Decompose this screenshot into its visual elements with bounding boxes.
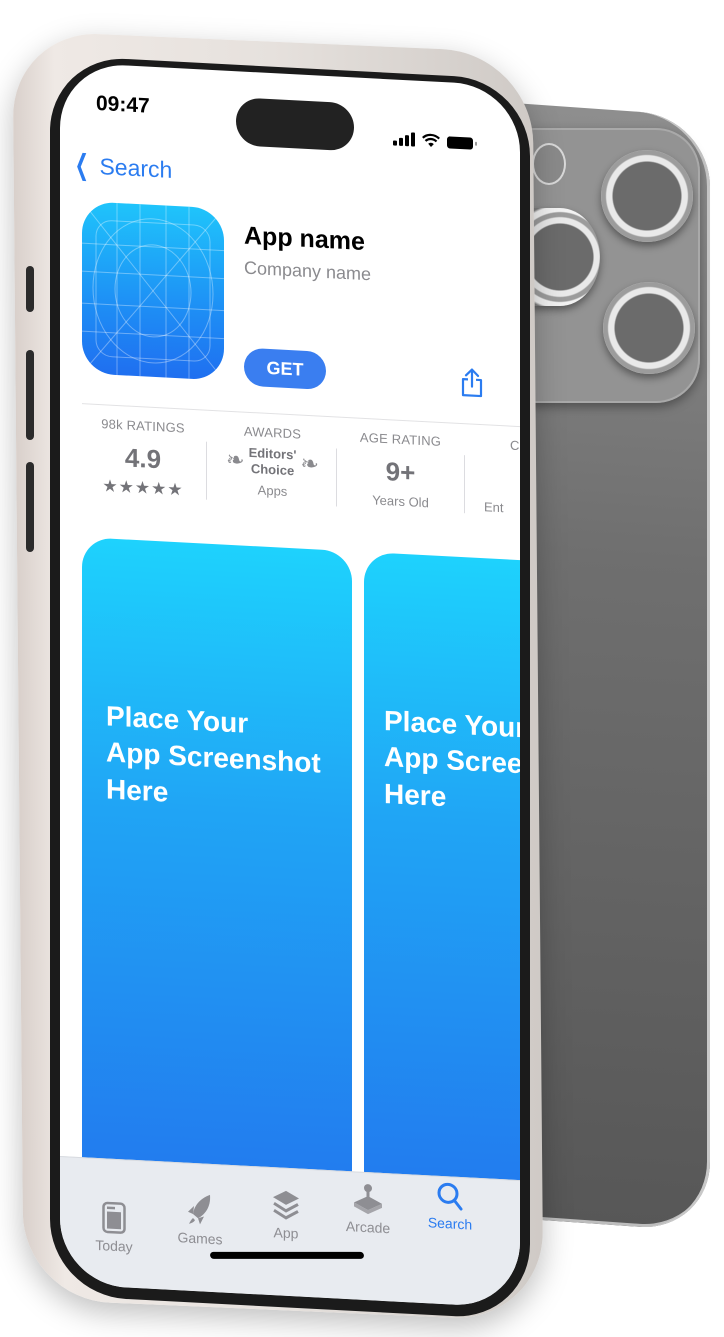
cellular-signal-icon — [393, 131, 415, 147]
tab-bar: Today Games App Arcade Search — [60, 1156, 520, 1309]
category-sub: Ent — [484, 499, 504, 516]
phone-screen: 09:47 ❮ Search App name Company name GET… — [60, 62, 520, 1309]
tab-search[interactable]: Search — [410, 1175, 490, 1233]
divider — [336, 448, 337, 507]
battery-icon — [447, 136, 473, 150]
ratings-label: 98k RATINGS — [101, 416, 185, 436]
tab-label: Search — [427, 1214, 473, 1233]
volume-down-button — [26, 462, 34, 552]
share-icon[interactable] — [460, 367, 484, 398]
camera-flash — [532, 143, 566, 185]
rocket-icon — [188, 1194, 211, 1225]
status-time: 09:47 — [96, 91, 150, 118]
dynamic-island — [236, 97, 354, 152]
award-category: Apps — [257, 482, 288, 500]
action-button — [26, 266, 34, 312]
awards-info[interactable]: AWARDS ❧ Editors' Choice ❧ Apps — [210, 422, 335, 502]
camera-lens — [603, 282, 695, 374]
tab-label: Arcade — [345, 1217, 391, 1237]
tab-label: Games — [177, 1229, 223, 1248]
age-rating-value: 9+ — [385, 456, 416, 488]
app-icon — [82, 201, 224, 381]
category-info[interactable]: C Ent — [470, 435, 520, 517]
screenshot-card[interactable]: Place Your App Screenshot Here — [364, 551, 520, 1223]
award-line-1: Editors' — [248, 444, 297, 463]
home-indicator[interactable] — [209, 1251, 365, 1259]
joystick-icon — [354, 1184, 382, 1215]
editors-choice-badge: ❧ Editors' Choice ❧ — [210, 443, 335, 481]
rating-value: 4.9 — [124, 442, 162, 475]
get-button[interactable]: GET — [244, 347, 326, 390]
awards-label: AWARDS — [243, 423, 302, 442]
award-line-2: Choice — [250, 460, 295, 478]
divider — [206, 441, 207, 500]
tab-label: Today — [95, 1236, 133, 1255]
tab-today[interactable]: Today — [74, 1198, 154, 1256]
tab-app[interactable]: App — [246, 1185, 326, 1243]
tab-games[interactable]: Games — [160, 1190, 240, 1248]
screenshot-card[interactable]: Place Your App Screenshot Here — [82, 537, 352, 1212]
app-name: App name — [244, 221, 365, 256]
laurel-right-icon: ❧ — [300, 450, 319, 477]
star-rating-icon: ★★★★★ — [102, 476, 184, 500]
screenshot-caption: Place Your App Screenshot Here — [106, 700, 321, 808]
layers-icon — [273, 1190, 299, 1220]
divider — [464, 455, 465, 514]
status-icons — [393, 131, 473, 150]
category-label: C — [510, 437, 520, 454]
tab-label: App — [273, 1224, 299, 1242]
company-name[interactable]: Company name — [244, 258, 371, 286]
app-icon-grid — [82, 201, 224, 381]
age-rating-sub: Years Old — [372, 492, 429, 511]
back-button[interactable]: ❮ Search — [70, 148, 173, 184]
chevron-left-icon: ❮ — [74, 148, 89, 181]
volume-up-button — [26, 350, 34, 440]
camera-lens — [601, 150, 693, 242]
age-rating-info[interactable]: AGE RATING 9+ Years Old — [338, 429, 463, 513]
back-label: Search — [99, 152, 173, 183]
screenshot-caption: Place Your App Screenshot Here — [384, 704, 520, 813]
laurel-left-icon: ❧ — [226, 446, 245, 473]
age-rating-label: AGE RATING — [359, 429, 442, 449]
tab-arcade[interactable]: Arcade — [328, 1179, 408, 1237]
today-icon — [102, 1201, 126, 1234]
ratings-info[interactable]: 98k RATINGS 4.9 ★★★★★ — [88, 415, 198, 501]
wifi-icon — [422, 133, 440, 147]
search-icon — [437, 1182, 463, 1211]
